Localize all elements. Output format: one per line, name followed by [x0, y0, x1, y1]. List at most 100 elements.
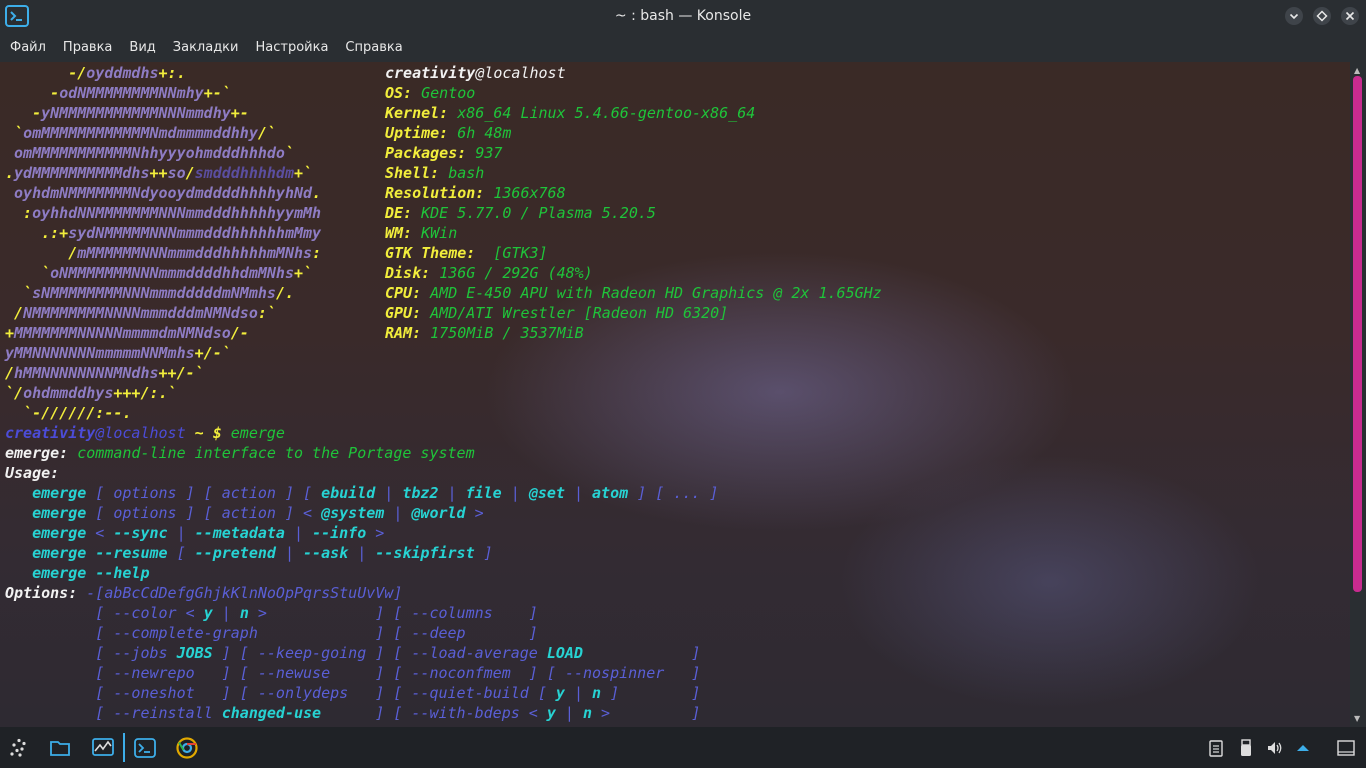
- output-text: --ask: [303, 544, 349, 562]
- konsole-icon: [134, 738, 156, 758]
- menu-bookmarks[interactable]: Закладки: [173, 40, 239, 55]
- menu-file[interactable]: Файл: [10, 40, 46, 55]
- output-text: tbz2: [402, 484, 439, 502]
- output-text: ] [: [321, 704, 412, 722]
- output-text: ]: [664, 664, 701, 682]
- output-text: [: [528, 684, 556, 702]
- output-line: [ --newrepo ] [ --newuse ] [ --noconfmem…: [5, 663, 718, 683]
- output-text: changed-use: [221, 704, 322, 722]
- output-text: |: [375, 484, 403, 502]
- output-text: [: [5, 644, 114, 662]
- output-text: ]: [474, 544, 493, 562]
- taskbar-chrome[interactable]: [169, 731, 203, 765]
- output-text: n: [592, 684, 602, 702]
- output-line: [ --jobs JOBS ] [ --keep-going ] [ --loa…: [5, 643, 718, 663]
- output-text: --newrepo: [113, 664, 195, 682]
- system-monitor-icon: [92, 738, 114, 756]
- menu-view[interactable]: Вид: [129, 40, 155, 55]
- output-text: y: [555, 684, 565, 702]
- output-text: command-line interface to the Portage sy…: [68, 444, 475, 462]
- output-line: emerge: command-line interface to the Po…: [5, 443, 718, 463]
- maximize-button[interactable]: [1313, 7, 1331, 25]
- output-text: ] [: [510, 664, 565, 682]
- output-text: ] [ ... ]: [628, 484, 719, 502]
- output-text: |: [212, 604, 240, 622]
- output-line: [ --reinstall changed-use ] [ --with-bde…: [5, 703, 718, 723]
- menu-help[interactable]: Справка: [345, 40, 402, 55]
- output-text: y: [546, 704, 556, 722]
- taskbar-system-monitor[interactable]: [85, 731, 119, 765]
- output-text: --newuse: [257, 664, 331, 682]
- taskbar-konsole[interactable]: [127, 731, 161, 765]
- output-line: [ --oneshot ] [ --onlydeps ] [ --quiet-b…: [5, 683, 718, 703]
- output-text: ] [: [348, 684, 412, 702]
- output-text: |: [564, 684, 593, 702]
- output-text: y: [203, 604, 213, 622]
- taskbar-file-manager[interactable]: [43, 731, 77, 765]
- output-text: ] <: [275, 504, 322, 522]
- output-text: LOAD: [546, 644, 583, 662]
- output-text: |: [167, 524, 195, 542]
- output-text: --color: [113, 604, 177, 622]
- output-text: [: [5, 604, 114, 622]
- output-line: emerge --resume [ --pretend | --ask | --…: [5, 543, 718, 563]
- output-text: file: [465, 484, 502, 502]
- prompt-line: creativity@localhost ~ $ emerge: [5, 423, 718, 443]
- terminal-area[interactable]: -/oyddmdhs+:. -odNMMMMMMMMNNmhy+-` -yNMM…: [0, 62, 1350, 727]
- output-text: |: [275, 544, 304, 562]
- output-text: atom: [592, 484, 629, 502]
- output-text: ]: [465, 624, 538, 642]
- output-text: --sync: [113, 524, 168, 542]
- output-text: <: [86, 524, 114, 542]
- show-desktop-button[interactable]: [1337, 739, 1355, 757]
- output-text: ] [: [212, 644, 258, 662]
- menu-edit[interactable]: Правка: [63, 40, 112, 55]
- output-text: |: [555, 704, 583, 722]
- tray-expand-button[interactable]: [1294, 739, 1312, 757]
- application-launcher-button[interactable]: [2, 731, 36, 765]
- output-text: ] [: [257, 624, 412, 642]
- scroll-up-icon[interactable]: ▲: [1354, 66, 1360, 75]
- chrome-icon: [176, 737, 198, 759]
- output-text: [: [5, 664, 114, 682]
- output-text: emerge: [32, 544, 87, 562]
- scroll-down-icon[interactable]: ▼: [1354, 714, 1360, 723]
- output-text: --resume: [95, 544, 168, 562]
- usb-device-icon: [1241, 739, 1251, 756]
- close-button[interactable]: [1341, 7, 1359, 25]
- output-text: [: [167, 544, 195, 562]
- output-text: |: [564, 484, 593, 502]
- file-manager-icon: [50, 741, 70, 756]
- output-text: <: [519, 704, 547, 722]
- output-text: ]: [492, 604, 538, 622]
- output-line: Usage:: [5, 463, 718, 483]
- output-text: --with-bdeps: [411, 704, 520, 722]
- clipboard-tray[interactable]: [1207, 739, 1225, 757]
- minimize-button[interactable]: [1285, 7, 1303, 25]
- output-text: ] [: [176, 484, 222, 502]
- terminal-output: creativity@localhost ~ $ emerge emerge: …: [5, 63, 718, 723]
- output-line: emerge --help: [5, 563, 718, 583]
- output-text: --columns: [411, 604, 493, 622]
- terminal-scrollbar[interactable]: ▲ ▼: [1350, 62, 1366, 727]
- volume-tray[interactable]: [1266, 739, 1284, 757]
- output-text: action: [221, 504, 276, 522]
- menu-settings[interactable]: Настройка: [255, 40, 328, 55]
- output-text: [: [5, 684, 114, 702]
- output-text: -[abBcCdDefgGhjkKlnNoOpPqrsStuUvVw]: [77, 584, 403, 602]
- output-text: --pretend: [194, 544, 276, 562]
- output-line: Options: -[abBcCdDefgGhjkKlnNoOpPqrsStuU…: [5, 583, 718, 603]
- usb-device-tray[interactable]: [1237, 739, 1255, 757]
- window-titlebar[interactable]: ~ : bash — Konsole: [0, 0, 1366, 32]
- output-text: options: [113, 504, 177, 522]
- taskbar: [0, 727, 1366, 768]
- output-text: --oneshot: [113, 684, 195, 702]
- scrollbar-thumb[interactable]: [1353, 76, 1362, 592]
- output-text: ] [: [194, 684, 258, 702]
- output-text: ] [: [176, 504, 222, 522]
- output-text: --reinstall: [113, 704, 213, 722]
